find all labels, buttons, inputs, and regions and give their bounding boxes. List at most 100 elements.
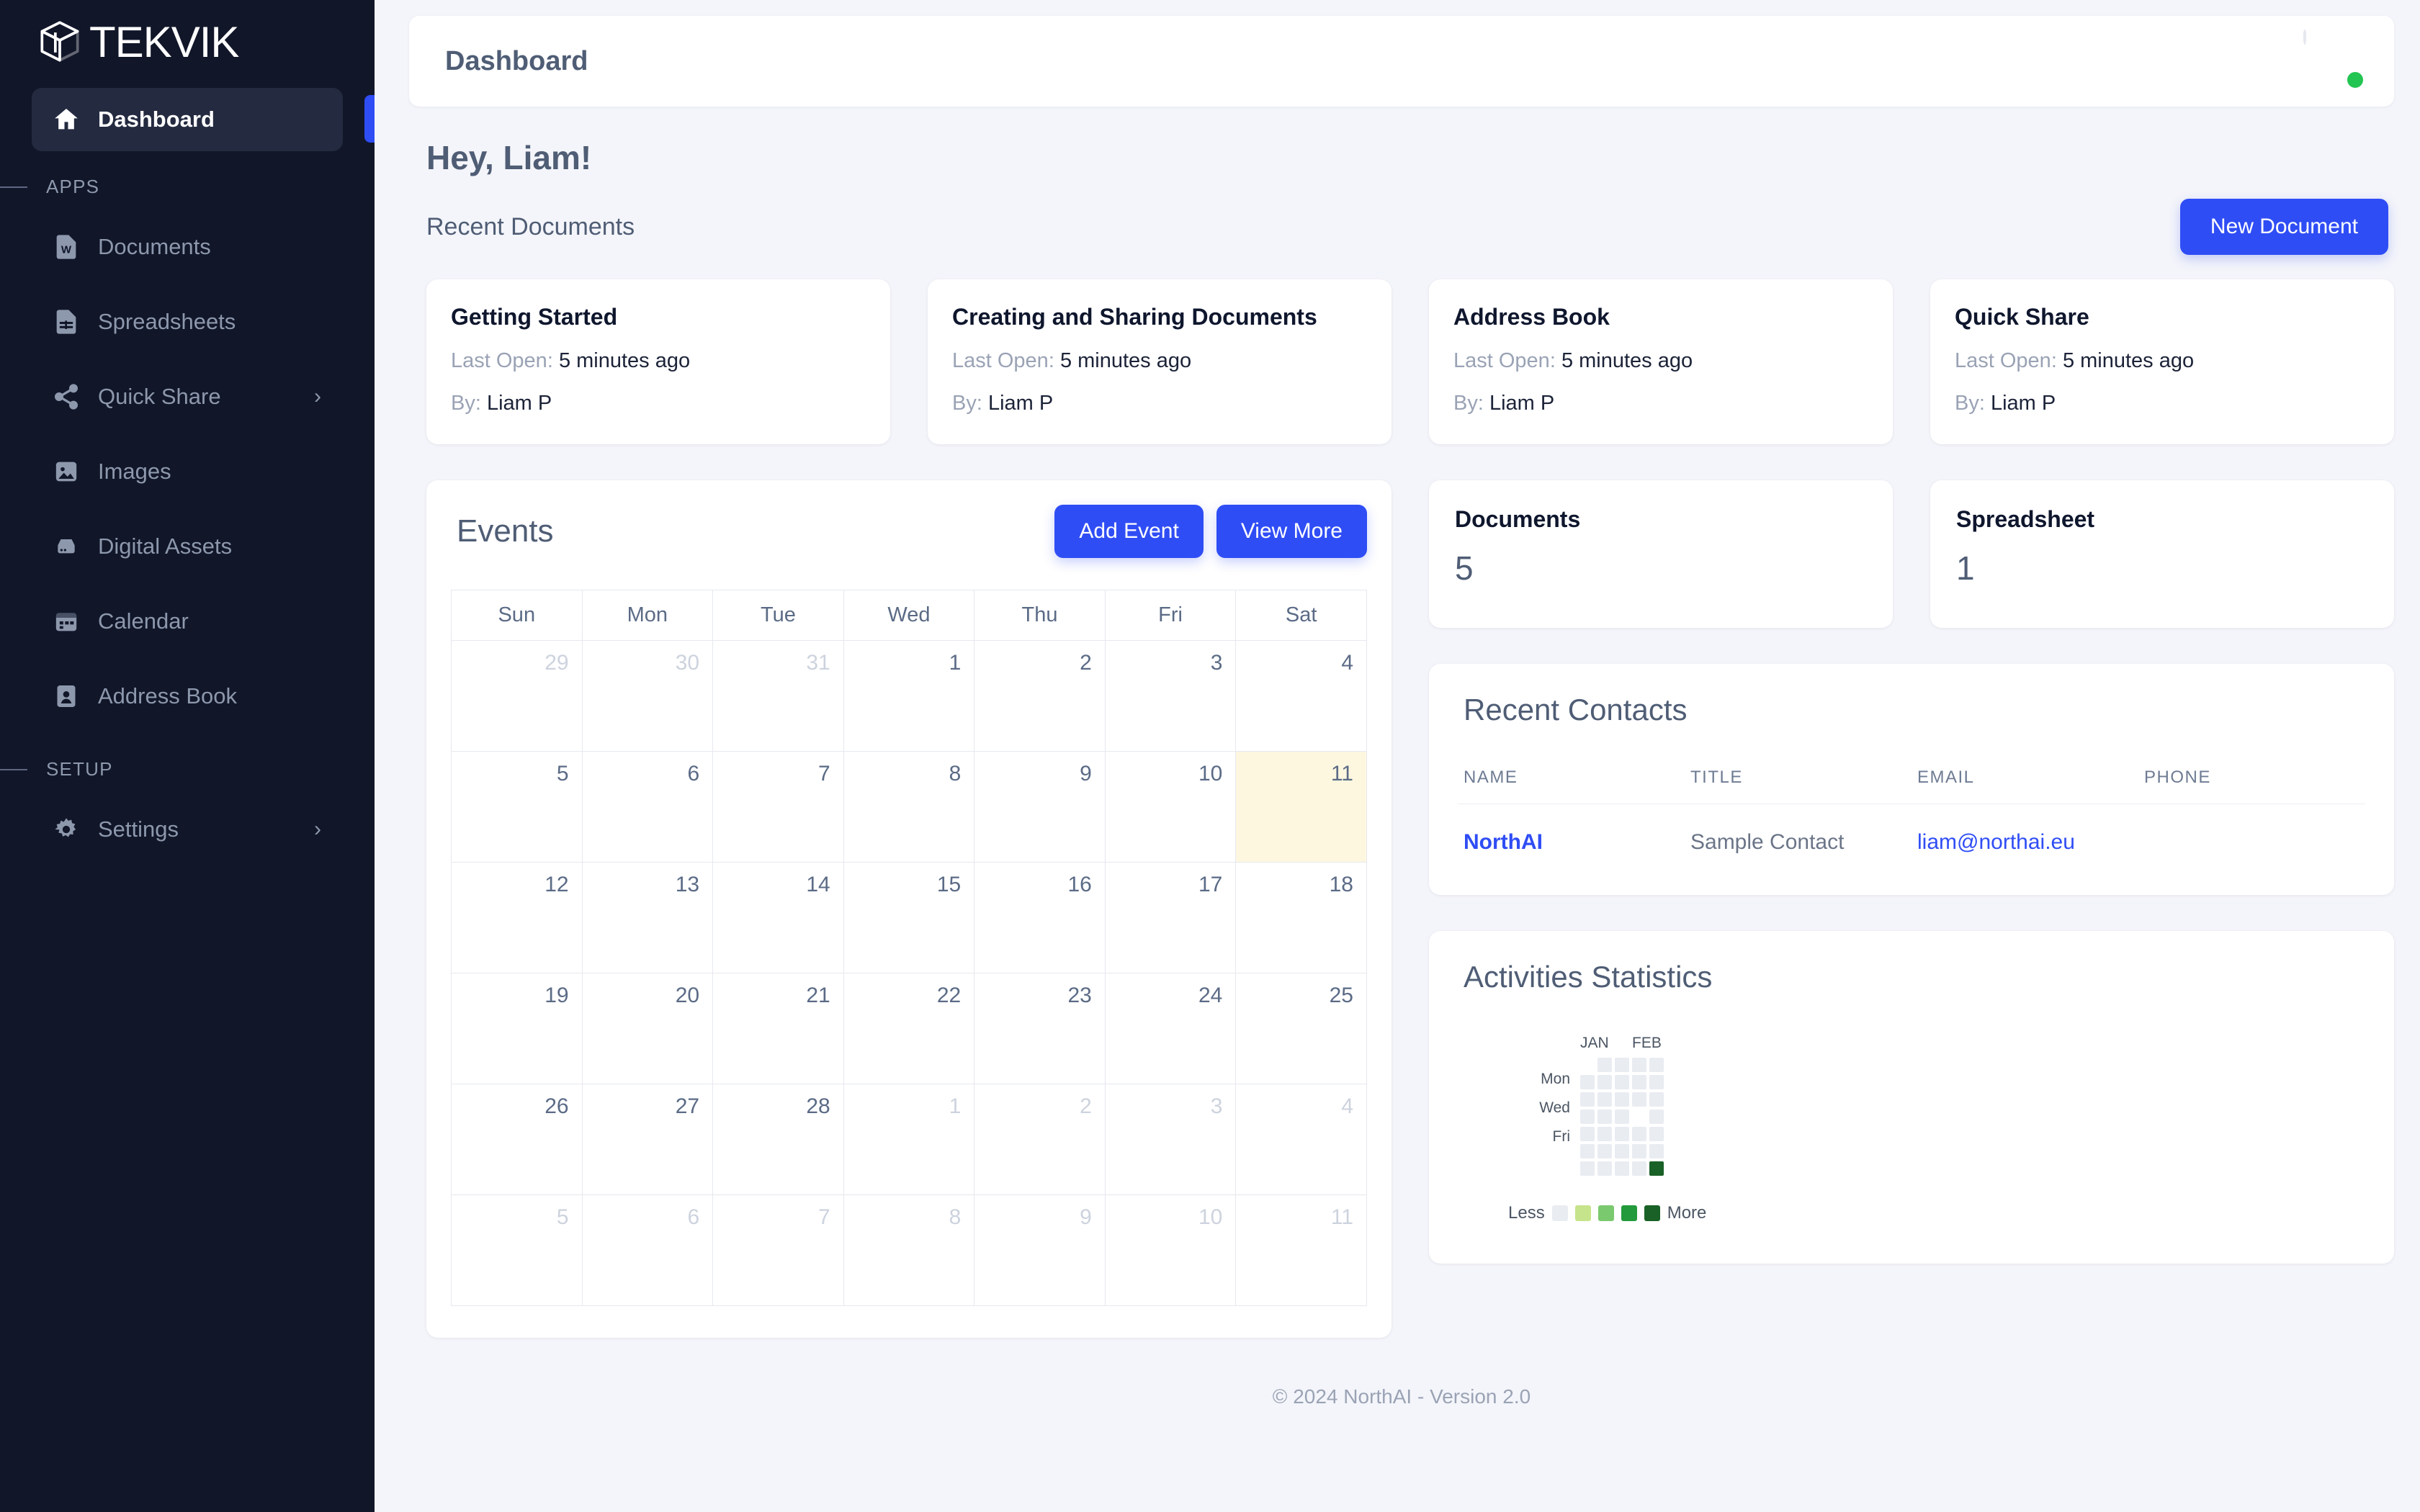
sidebar-item-images[interactable]: Images xyxy=(32,434,343,509)
calendar-day-cell[interactable]: 9 xyxy=(974,1194,1106,1306)
calendar-day-cell[interactable]: 26 xyxy=(451,1084,583,1195)
calendar-day-cell[interactable]: 23 xyxy=(974,973,1106,1084)
sidebar-item-calendar[interactable]: Calendar xyxy=(32,584,343,659)
calendar-day-cell[interactable]: 7 xyxy=(712,1194,844,1306)
calendar-day-cell[interactable]: 28 xyxy=(712,1084,844,1195)
calendar-day-cell[interactable]: 13 xyxy=(581,862,714,973)
calendar-day-cell[interactable]: 2 xyxy=(974,640,1106,752)
calendar-day-cell[interactable]: 8 xyxy=(843,751,975,863)
contact-name[interactable]: NorthAI xyxy=(1458,804,1685,881)
heatmap-cell[interactable] xyxy=(1615,1161,1629,1176)
calendar-day-cell[interactable]: 30 xyxy=(581,640,714,752)
calendar-day-cell[interactable]: 10 xyxy=(1104,751,1237,863)
add-event-button[interactable]: Add Event xyxy=(1054,505,1204,558)
calendar-day-cell[interactable]: 20 xyxy=(581,973,714,1084)
heatmap-cell[interactable] xyxy=(1632,1075,1646,1089)
document-card[interactable]: Quick Share Last Open: 5 minutes ago By:… xyxy=(1930,279,2394,444)
calendar-day-cell[interactable]: 5 xyxy=(451,1194,583,1306)
sidebar-item-documents[interactable]: W Documents xyxy=(32,210,343,284)
heatmap-cell[interactable] xyxy=(1649,1127,1664,1141)
heatmap-cell[interactable] xyxy=(1580,1075,1595,1089)
calendar-day-cell[interactable]: 6 xyxy=(581,751,714,863)
heatmap-cell[interactable] xyxy=(1632,1161,1646,1176)
calendar-day-cell[interactable]: 21 xyxy=(712,973,844,1084)
heatmap-cell[interactable] xyxy=(1580,1092,1595,1107)
calendar-day-cell[interactable]: 14 xyxy=(712,862,844,973)
calendar-day-cell[interactable]: 7 xyxy=(712,751,844,863)
calendar-day-cell[interactable]: 9 xyxy=(974,751,1106,863)
heatmap-cell[interactable] xyxy=(1597,1161,1612,1176)
heatmap-cell[interactable] xyxy=(1632,1058,1646,1072)
heatmap-cell[interactable] xyxy=(1615,1092,1629,1107)
heatmap-cell[interactable] xyxy=(1649,1144,1664,1158)
sidebar-item-spreadsheets[interactable]: Spreadsheets xyxy=(32,284,343,359)
calendar-day-cell[interactable]: 5 xyxy=(451,751,583,863)
sidebar-item-digital-assets[interactable]: Digital Assets xyxy=(32,509,343,584)
calendar-day-cell[interactable]: 4 xyxy=(1235,640,1367,752)
heatmap-cell[interactable] xyxy=(1615,1058,1629,1072)
heatmap-cell[interactable] xyxy=(1615,1110,1629,1124)
heatmap-cell[interactable] xyxy=(1580,1144,1595,1158)
calendar-day-cell[interactable]: 1 xyxy=(843,640,975,752)
stat-card-spreadsheet[interactable]: Spreadsheet 1 xyxy=(1930,480,2394,628)
calendar-day-cell[interactable]: 24 xyxy=(1104,973,1237,1084)
heatmap-cell[interactable] xyxy=(1649,1075,1664,1089)
sidebar-item-address-book[interactable]: Address Book xyxy=(32,659,343,734)
calendar-day-cell[interactable]: 10 xyxy=(1104,1194,1237,1306)
calendar-day-cell[interactable]: 8 xyxy=(843,1194,975,1306)
heatmap-cell[interactable] xyxy=(1597,1092,1612,1107)
heatmap-cell[interactable] xyxy=(1632,1144,1646,1158)
document-card[interactable]: Creating and Sharing Documents Last Open… xyxy=(928,279,1392,444)
heatmap-cell[interactable] xyxy=(1615,1075,1629,1089)
heatmap-cell[interactable] xyxy=(1632,1092,1646,1107)
new-document-button[interactable]: New Document xyxy=(2179,199,2388,255)
table-row[interactable]: NorthAI Sample Contact liam@northai.eu xyxy=(1458,804,2365,881)
calendar-day-cell[interactable]: 22 xyxy=(843,973,975,1084)
calendar-day-cell[interactable]: 2 xyxy=(974,1084,1106,1195)
contact-email[interactable]: liam@northai.eu xyxy=(1912,804,2138,881)
stat-card-documents[interactable]: Documents 5 xyxy=(1429,480,1893,628)
heatmap-cell[interactable] xyxy=(1649,1058,1664,1072)
view-more-button[interactable]: View More xyxy=(1216,505,1367,558)
calendar-day-cell[interactable]: 25 xyxy=(1235,973,1367,1084)
calendar-day-cell[interactable]: 12 xyxy=(451,862,583,973)
calendar-day-cell[interactable]: 31 xyxy=(712,640,844,752)
calendar-day-cell[interactable]: 4 xyxy=(1235,1084,1367,1195)
document-card[interactable]: Address Book Last Open: 5 minutes ago By… xyxy=(1429,279,1893,444)
heatmap-cell[interactable] xyxy=(1580,1127,1595,1141)
heatmap-cell[interactable] xyxy=(1615,1127,1629,1141)
calendar-day-cell[interactable]: 6 xyxy=(581,1194,714,1306)
sidebar-item-dashboard[interactable]: Dashboard xyxy=(0,88,375,151)
calendar-day-cell[interactable]: 27 xyxy=(581,1084,714,1195)
calendar-day-cell[interactable]: 17 xyxy=(1104,862,1237,973)
sidebar-item-settings[interactable]: Settings › xyxy=(32,792,343,867)
heatmap-cell[interactable] xyxy=(1597,1058,1612,1072)
calendar-day-cell[interactable]: 15 xyxy=(843,862,975,973)
heatmap-cell[interactable] xyxy=(1580,1161,1595,1176)
heatmap-cell[interactable] xyxy=(1632,1127,1646,1141)
calendar-day-cell[interactable]: 3 xyxy=(1104,640,1237,752)
calendar-day-cell[interactable]: 19 xyxy=(451,973,583,1084)
heatmap-cell[interactable] xyxy=(1615,1144,1629,1158)
heatmap-cell[interactable] xyxy=(1597,1127,1612,1141)
heatmap-cell[interactable] xyxy=(1597,1144,1612,1158)
calendar-day-cell[interactable]: 16 xyxy=(974,862,1106,973)
calendar-day-cell[interactable]: 11 xyxy=(1235,751,1367,863)
image-icon xyxy=(50,456,82,487)
calendar-day-cell[interactable]: 18 xyxy=(1235,862,1367,973)
heatmap-cell[interactable] xyxy=(1597,1075,1612,1089)
heatmap-cell[interactable] xyxy=(1597,1110,1612,1124)
heatmap-cell[interactable] xyxy=(1580,1110,1595,1124)
calendar-day-cell[interactable]: 11 xyxy=(1235,1194,1367,1306)
heatmap-cell[interactable] xyxy=(1649,1092,1664,1107)
heatmap-cell[interactable] xyxy=(1649,1110,1664,1124)
sidebar-item-quick-share[interactable]: Quick Share › xyxy=(32,359,343,434)
document-card[interactable]: Getting Started Last Open: 5 minutes ago… xyxy=(426,279,890,444)
calendar-day-cell[interactable]: 29 xyxy=(451,640,583,752)
calendar-day-cell[interactable]: 1 xyxy=(843,1084,975,1195)
heatmap-cell[interactable] xyxy=(1649,1161,1664,1176)
avatar[interactable] xyxy=(2303,30,2365,91)
calendar-day-cell[interactable]: 3 xyxy=(1104,1084,1237,1195)
contacts-header-row: NAME TITLE EMAIL PHONE xyxy=(1458,752,2365,804)
brand[interactable]: TEKVIK xyxy=(0,0,375,88)
